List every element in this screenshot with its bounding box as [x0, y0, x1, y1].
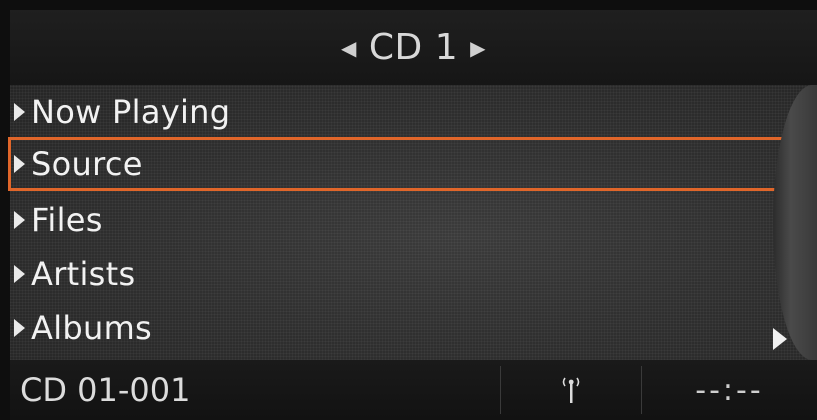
triangle-right-icon — [14, 155, 25, 173]
triangle-right-icon — [14, 265, 25, 283]
menu-item-source[interactable]: Source — [8, 137, 786, 191]
time-display: --:-- — [695, 372, 764, 408]
menu-item-label: Now Playing — [31, 93, 231, 131]
triangle-right-icon — [14, 319, 25, 337]
triangle-right-icon — [14, 211, 25, 229]
menu-item-label: Source — [31, 145, 143, 183]
track-label: CD 01-001 — [20, 371, 191, 409]
menu-item-now-playing[interactable]: Now Playing — [10, 85, 785, 139]
triangle-right-icon — [14, 103, 25, 121]
header-title: CD 1 — [368, 27, 459, 68]
menu-item-albums[interactable]: Albums — [10, 301, 785, 355]
menu-item-files[interactable]: Files — [10, 193, 785, 247]
more-items-arrow-icon — [773, 328, 787, 350]
idrive-screen: ◀ CD 1 ▶ Now Playing Source Files Artist… — [0, 0, 817, 420]
status-bar: CD 01-001 --:-- — [10, 360, 817, 420]
menu-item-label: Files — [31, 201, 103, 239]
next-source-icon[interactable]: ▶ — [470, 36, 486, 60]
menu-item-label: Albums — [31, 309, 153, 347]
menu-list: Now Playing Source Files Artists Albums — [8, 85, 817, 360]
menu-item-artists[interactable]: Artists — [10, 247, 785, 301]
header: ◀ CD 1 ▶ — [10, 10, 817, 85]
prev-source-icon[interactable]: ◀ — [341, 36, 357, 60]
antenna-icon — [501, 376, 641, 404]
menu-item-label: Artists — [31, 255, 136, 293]
